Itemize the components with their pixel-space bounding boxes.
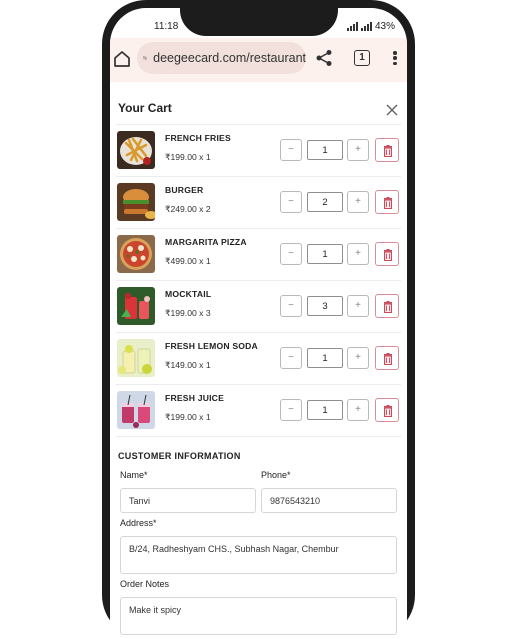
- item-name: BURGER: [165, 185, 204, 195]
- share-icon[interactable]: [315, 49, 333, 67]
- increase-qty-button[interactable]: +: [347, 295, 369, 317]
- increase-qty-button[interactable]: +: [347, 399, 369, 421]
- browser-toolbar: deegeecard.com/restaurant 1: [110, 38, 407, 82]
- order-notes-field[interactable]: Make it spicy: [120, 597, 397, 635]
- phone-label: Phone*: [261, 470, 291, 480]
- item-price: ₹199.00 x 3: [165, 308, 211, 318]
- cart-title: Your Cart: [118, 101, 172, 115]
- item-price: ₹149.00 x 1: [165, 360, 211, 370]
- camera-notch: [180, 0, 338, 36]
- decrease-qty-button[interactable]: −: [280, 191, 302, 213]
- quantity-input[interactable]: [307, 140, 343, 160]
- trash-icon: [383, 197, 393, 209]
- remove-item-button[interactable]: [375, 190, 399, 214]
- address-field[interactable]: B/24, Radheshyam CHS., Subhash Nagar, Ch…: [120, 536, 397, 574]
- address-label: Address*: [120, 518, 157, 528]
- remove-item-button[interactable]: [375, 242, 399, 266]
- increase-qty-button[interactable]: +: [347, 139, 369, 161]
- phone-field[interactable]: [261, 488, 397, 513]
- item-image-mocktail: [117, 287, 155, 325]
- name-field[interactable]: [120, 488, 256, 513]
- item-image-margarita-pizza: [117, 235, 155, 273]
- order-notes-label: Order Notes: [120, 579, 170, 589]
- close-icon[interactable]: [385, 103, 399, 117]
- name-label: Name*: [120, 470, 148, 480]
- decrease-qty-button[interactable]: −: [280, 399, 302, 421]
- signal-icon: [360, 22, 372, 31]
- remove-item-button[interactable]: [375, 294, 399, 318]
- tabs-icon[interactable]: 1: [354, 50, 370, 66]
- item-price: ₹199.00 x 1: [165, 412, 211, 422]
- trash-icon: [383, 353, 393, 365]
- status-time: 11:18: [154, 21, 179, 32]
- customer-info-heading: CUSTOMER INFORMATION: [118, 451, 241, 461]
- item-image-french-fries: [117, 131, 155, 169]
- decrease-qty-button[interactable]: −: [280, 139, 302, 161]
- increase-qty-button[interactable]: +: [347, 243, 369, 265]
- quantity-input[interactable]: [307, 348, 343, 368]
- page-backdrop: Your Cart FRENCH FRIES ₹199.00 x 1 − 1 +…: [110, 82, 407, 639]
- item-image-burger: [117, 183, 155, 221]
- home-icon[interactable]: [113, 50, 131, 68]
- cart-item: BURGER ₹249.00 x 2 − +: [116, 176, 401, 228]
- item-name: FRENCH FRIES: [165, 133, 231, 143]
- status-indicators: 43%: [346, 21, 395, 32]
- section-divider: [116, 436, 401, 437]
- cart-item: MARGARITA PIZZA ₹499.00 x 1 − +: [116, 228, 401, 280]
- item-price: ₹199.00 x 1: [165, 152, 211, 162]
- item-image-fresh-juice: [117, 391, 155, 429]
- menu-icon[interactable]: [392, 49, 398, 67]
- site-settings-icon[interactable]: [143, 52, 147, 64]
- item-price: ₹499.00 x 1: [165, 256, 211, 266]
- decrease-qty-button[interactable]: −: [280, 243, 302, 265]
- item-name: FRESH LEMON SODA: [165, 341, 258, 351]
- increase-qty-button[interactable]: +: [347, 347, 369, 369]
- remove-item-button[interactable]: [375, 398, 399, 422]
- cart-panel: Your Cart FRENCH FRIES ₹199.00 x 1 − 1 +…: [110, 82, 407, 639]
- quantity-input[interactable]: [307, 400, 343, 420]
- quantity-input[interactable]: [307, 296, 343, 316]
- decrease-qty-button[interactable]: −: [280, 347, 302, 369]
- item-price: ₹249.00 x 2: [165, 204, 211, 214]
- cart-item: FRESH JUICE ₹199.00 x 1 − +: [116, 384, 401, 436]
- quantity-input[interactable]: [307, 244, 343, 264]
- remove-item-button[interactable]: [375, 346, 399, 370]
- decrease-qty-button[interactable]: −: [280, 295, 302, 317]
- trash-icon: [383, 301, 393, 313]
- address-bar[interactable]: deegeecard.com/restaurant: [137, 42, 306, 74]
- trash-icon: [383, 145, 393, 157]
- item-name: MOCKTAIL: [165, 289, 212, 299]
- cart-item: FRENCH FRIES ₹199.00 x 1 − +: [116, 124, 401, 176]
- cart-item: FRESH LEMON SODA ₹149.00 x 1 − +: [116, 332, 401, 384]
- item-name: MARGARITA PIZZA: [165, 237, 247, 247]
- trash-icon: [383, 405, 393, 417]
- quantity-input[interactable]: [307, 192, 343, 212]
- signal-icon: [346, 22, 358, 31]
- remove-item-button[interactable]: [375, 138, 399, 162]
- phone-screen: 11:18 43% deegeecard.com/restaurant 1 Yo…: [110, 8, 407, 639]
- item-name: FRESH JUICE: [165, 393, 225, 403]
- increase-qty-button[interactable]: +: [347, 191, 369, 213]
- trash-icon: [383, 249, 393, 261]
- battery-level: 43%: [374, 21, 395, 32]
- cart-item: MOCKTAIL ₹199.00 x 3 − +: [116, 280, 401, 332]
- url-text: deegeecard.com/restaurant: [153, 51, 306, 65]
- item-image-fresh-lemon-soda: [117, 339, 155, 377]
